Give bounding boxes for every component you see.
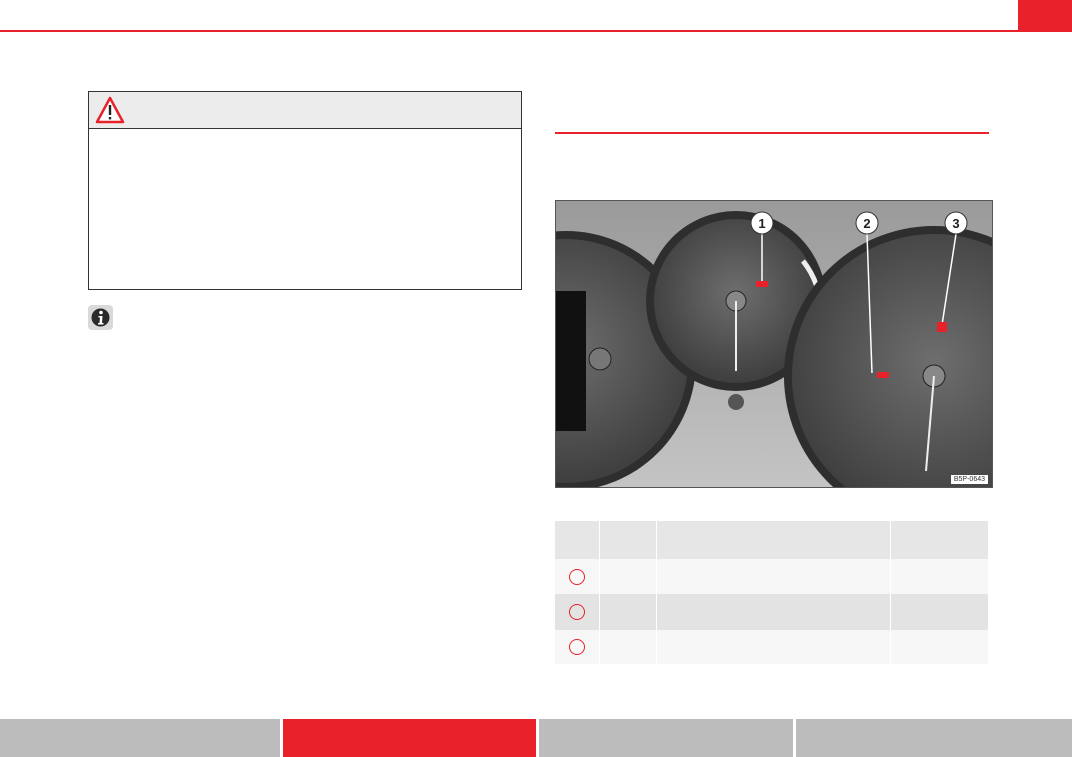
oil-warning-icon [756, 281, 768, 287]
table-cell [656, 630, 891, 664]
table-row [555, 559, 990, 594]
section-rule [555, 132, 989, 134]
table-cell [656, 559, 891, 594]
svg-text:3: 3 [952, 216, 959, 231]
table-header-cell [599, 521, 658, 559]
nav-section-2-active[interactable] [283, 719, 537, 757]
svg-text:2: 2 [863, 216, 870, 231]
footer-nav [0, 719, 1072, 757]
table-header-cell [890, 521, 990, 559]
table-cell [890, 630, 990, 664]
figure-code: B5P-0643 [950, 475, 988, 484]
nav-section-1[interactable] [0, 719, 281, 757]
svg-text:1: 1 [758, 216, 765, 231]
nav-section-3[interactable] [539, 719, 793, 757]
indicator-table [555, 521, 990, 664]
oil-warning-icon [877, 372, 889, 378]
table-cell [599, 594, 658, 630]
table-header-cell [555, 521, 600, 559]
warning-header [89, 92, 521, 129]
header-rule [0, 30, 1072, 32]
table-cell [656, 594, 891, 630]
table-cell [555, 630, 600, 664]
table-row [555, 630, 990, 664]
warning-triangle-icon [95, 96, 125, 124]
warning-box [88, 91, 522, 290]
table-row [555, 594, 990, 630]
table-cell [555, 559, 600, 594]
instrument-cluster-illustration: 1 2 3 [556, 201, 992, 487]
info-i-icon [88, 305, 113, 330]
circle-marker-icon [568, 604, 585, 620]
table-cell [890, 559, 990, 594]
table-cell [555, 594, 600, 630]
chapter-tab[interactable] [1018, 0, 1072, 32]
circle-marker-icon [568, 568, 585, 585]
table-cell [890, 594, 990, 630]
table-header-cell [656, 521, 891, 559]
circle-marker-icon [568, 639, 585, 655]
table-cell [599, 630, 658, 664]
coolant-warning-icon [937, 322, 947, 332]
table-header-row [555, 521, 990, 559]
nav-section-4[interactable] [795, 719, 1072, 757]
instrument-cluster-figure: 1 2 3 B5P-0643 [555, 200, 993, 488]
table-cell [599, 559, 658, 594]
